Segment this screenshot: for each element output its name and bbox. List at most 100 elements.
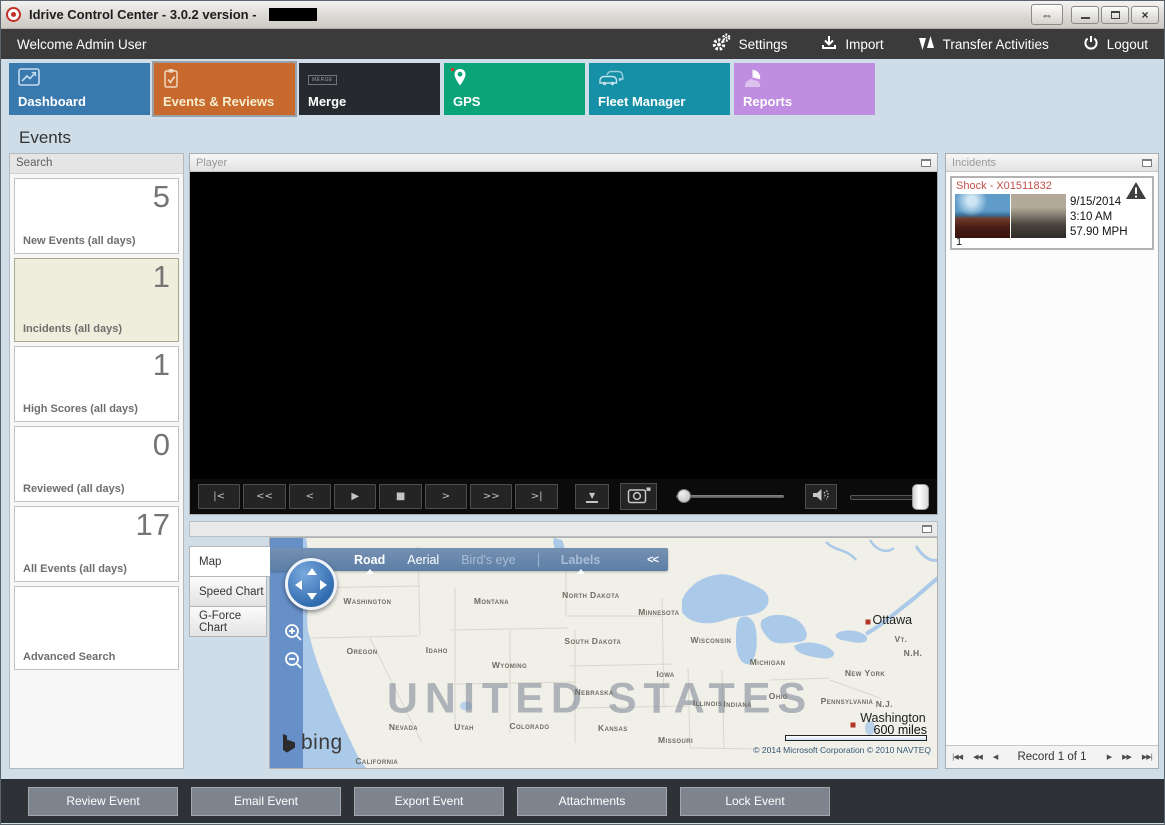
zoom-out-button[interactable] bbox=[282, 650, 306, 674]
bing-logo-text: bing bbox=[301, 731, 343, 754]
card-advanced-search[interactable]: Advanced Search bbox=[14, 586, 179, 670]
stop-button[interactable]: ■ bbox=[379, 484, 422, 509]
attachments-button[interactable]: Attachments bbox=[517, 786, 667, 816]
settings-label: Settings bbox=[738, 36, 788, 52]
card-reviewed[interactable]: 0 Reviewed (all days) bbox=[14, 426, 179, 502]
maximize-button[interactable] bbox=[1101, 5, 1129, 24]
card-new-events[interactable]: 5 New Events (all days) bbox=[14, 178, 179, 254]
tab-events-reviews[interactable]: Events & Reviews bbox=[154, 63, 295, 115]
import-button[interactable]: Import bbox=[821, 35, 884, 54]
tab-dashboard-label: Dashboard bbox=[18, 94, 86, 109]
fast-forward-button[interactable]: >> bbox=[470, 484, 513, 509]
map-mode-aerial[interactable]: Aerial bbox=[407, 553, 439, 567]
next-page-button[interactable]: ▶▶ bbox=[1122, 753, 1132, 761]
tab-gforce-chart[interactable]: G-Force Chart bbox=[189, 606, 267, 637]
bing-map[interactable]: UNITED STATES Washington Montana North Dak… bbox=[269, 537, 938, 769]
import-label: Import bbox=[845, 36, 884, 52]
incidents-panel-title: Incidents bbox=[952, 156, 997, 169]
incidents-count: 1 bbox=[152, 259, 170, 294]
map-mode-road[interactable]: Road bbox=[354, 553, 385, 574]
video-display[interactable] bbox=[190, 172, 937, 479]
tab-reports[interactable]: Reports bbox=[734, 63, 875, 115]
window-title: Idrive Control Center - 3.0.2 version - bbox=[29, 7, 257, 22]
tab-speed-chart[interactable]: Speed Chart bbox=[189, 576, 267, 607]
transfer-activities-button[interactable]: Transfer Activities bbox=[918, 35, 1049, 54]
review-event-button[interactable]: Review Event bbox=[28, 786, 178, 816]
high-scores-count: 1 bbox=[152, 347, 170, 382]
cab-camera-thumbnail[interactable] bbox=[1011, 194, 1066, 238]
pan-left-icon[interactable] bbox=[295, 580, 302, 590]
first-record-button[interactable]: |◀◀ bbox=[952, 753, 963, 761]
last-record-button[interactable]: ▶▶| bbox=[1142, 753, 1153, 761]
seek-track bbox=[675, 495, 784, 498]
close-icon: × bbox=[1141, 7, 1149, 22]
pan-down-icon[interactable] bbox=[307, 593, 317, 600]
pan-up-icon[interactable] bbox=[307, 568, 317, 575]
close-button[interactable]: × bbox=[1131, 5, 1159, 24]
merge-logo-icon: MERGE bbox=[308, 75, 337, 85]
resize-toggle-button[interactable]: ⇔ bbox=[1031, 4, 1063, 25]
maximize-icon bbox=[1110, 10, 1120, 19]
tab-fleet-manager-label: Fleet Manager bbox=[598, 94, 686, 109]
download-video-button[interactable]: ▼ bbox=[574, 484, 610, 509]
tab-gps[interactable]: GPS bbox=[444, 63, 585, 115]
volume-slider-thumb[interactable] bbox=[912, 483, 930, 510]
mute-button[interactable] bbox=[804, 484, 838, 509]
settings-button[interactable]: Settings bbox=[711, 33, 788, 55]
content-area: Search 5 New Events (all days) 1 Inciden… bbox=[1, 153, 1164, 773]
map-view-tabs: Map Speed Chart G-Force Chart bbox=[189, 546, 270, 637]
map-state-label: Indiana bbox=[723, 698, 752, 709]
collapse-toolbar-button[interactable]: << bbox=[647, 554, 659, 566]
redacted-username bbox=[268, 8, 317, 21]
map-mode-labels[interactable]: Labels bbox=[561, 553, 600, 574]
module-tabstrip: Dashboard Events & Reviews MERGE Merge G… bbox=[1, 59, 1164, 119]
maximize-panel-icon[interactable] bbox=[921, 158, 931, 167]
first-frame-button[interactable]: |< bbox=[198, 484, 241, 509]
map-state-label: California bbox=[355, 756, 399, 767]
play-button[interactable]: ▶ bbox=[334, 484, 377, 509]
seek-slider[interactable] bbox=[675, 484, 784, 509]
tab-map[interactable]: Map bbox=[189, 546, 270, 577]
logout-button[interactable]: Logout bbox=[1083, 35, 1148, 54]
map-mode-birds-eye[interactable]: Bird's eye bbox=[461, 553, 516, 567]
zoom-in-button[interactable] bbox=[282, 622, 306, 646]
email-event-button[interactable]: Email Event bbox=[191, 786, 341, 816]
step-forward-button[interactable]: > bbox=[424, 484, 468, 509]
map-pan-control[interactable] bbox=[285, 558, 337, 610]
player-panel-title: Player bbox=[196, 156, 228, 169]
transfer-icon bbox=[918, 35, 935, 54]
next-record-button[interactable]: ▶ bbox=[1107, 753, 1112, 761]
last-frame-button[interactable]: >| bbox=[515, 484, 558, 509]
pan-right-icon[interactable] bbox=[320, 580, 327, 590]
maximize-panel-icon[interactable] bbox=[922, 525, 932, 533]
step-back-button[interactable]: < bbox=[288, 484, 332, 509]
card-high-scores[interactable]: 1 High Scores (all days) bbox=[14, 346, 179, 422]
tab-dashboard[interactable]: Dashboard bbox=[9, 63, 150, 115]
previous-record-button[interactable]: ◀ bbox=[993, 753, 998, 761]
map-state-label: N.J. bbox=[875, 698, 893, 709]
map-state-label: Pennsylvania bbox=[820, 695, 874, 706]
road-camera-thumbnail[interactable] bbox=[955, 194, 1010, 238]
download-icon: ▼ bbox=[586, 491, 599, 503]
incidents-panel: Incidents Shock - X01511832 9/15/2014 3:… bbox=[945, 153, 1159, 769]
card-incidents[interactable]: 1 Incidents (all days) bbox=[14, 258, 179, 342]
rewind-button[interactable]: << bbox=[243, 484, 286, 509]
seek-slider-thumb[interactable] bbox=[676, 489, 691, 503]
minimize-button[interactable] bbox=[1071, 5, 1099, 24]
card-all-events[interactable]: 17 All Events (all days) bbox=[14, 506, 179, 582]
lock-event-button[interactable]: Lock Event bbox=[680, 786, 830, 816]
tab-merge[interactable]: MERGE Merge bbox=[299, 63, 440, 115]
tab-fleet-manager[interactable]: Fleet Manager bbox=[589, 63, 730, 115]
export-event-button[interactable]: Export Event bbox=[354, 786, 504, 816]
map-state-label: Wyoming bbox=[491, 659, 528, 670]
incident-list-item[interactable]: Shock - X01511832 9/15/2014 3:10 AM 57.9… bbox=[950, 176, 1154, 250]
mode-divider bbox=[537, 552, 539, 567]
previous-page-button[interactable]: ◀◀ bbox=[973, 753, 983, 761]
map-state-label: Colorado bbox=[509, 721, 550, 732]
maximize-panel-icon[interactable] bbox=[1142, 158, 1152, 167]
incident-title: Shock - X01511832 bbox=[956, 180, 1052, 192]
map-state-label: Ohio bbox=[768, 690, 788, 701]
snapshot-button[interactable] bbox=[620, 483, 657, 510]
volume-slider[interactable] bbox=[850, 483, 930, 511]
map-state-label: Nebraska bbox=[574, 686, 614, 697]
